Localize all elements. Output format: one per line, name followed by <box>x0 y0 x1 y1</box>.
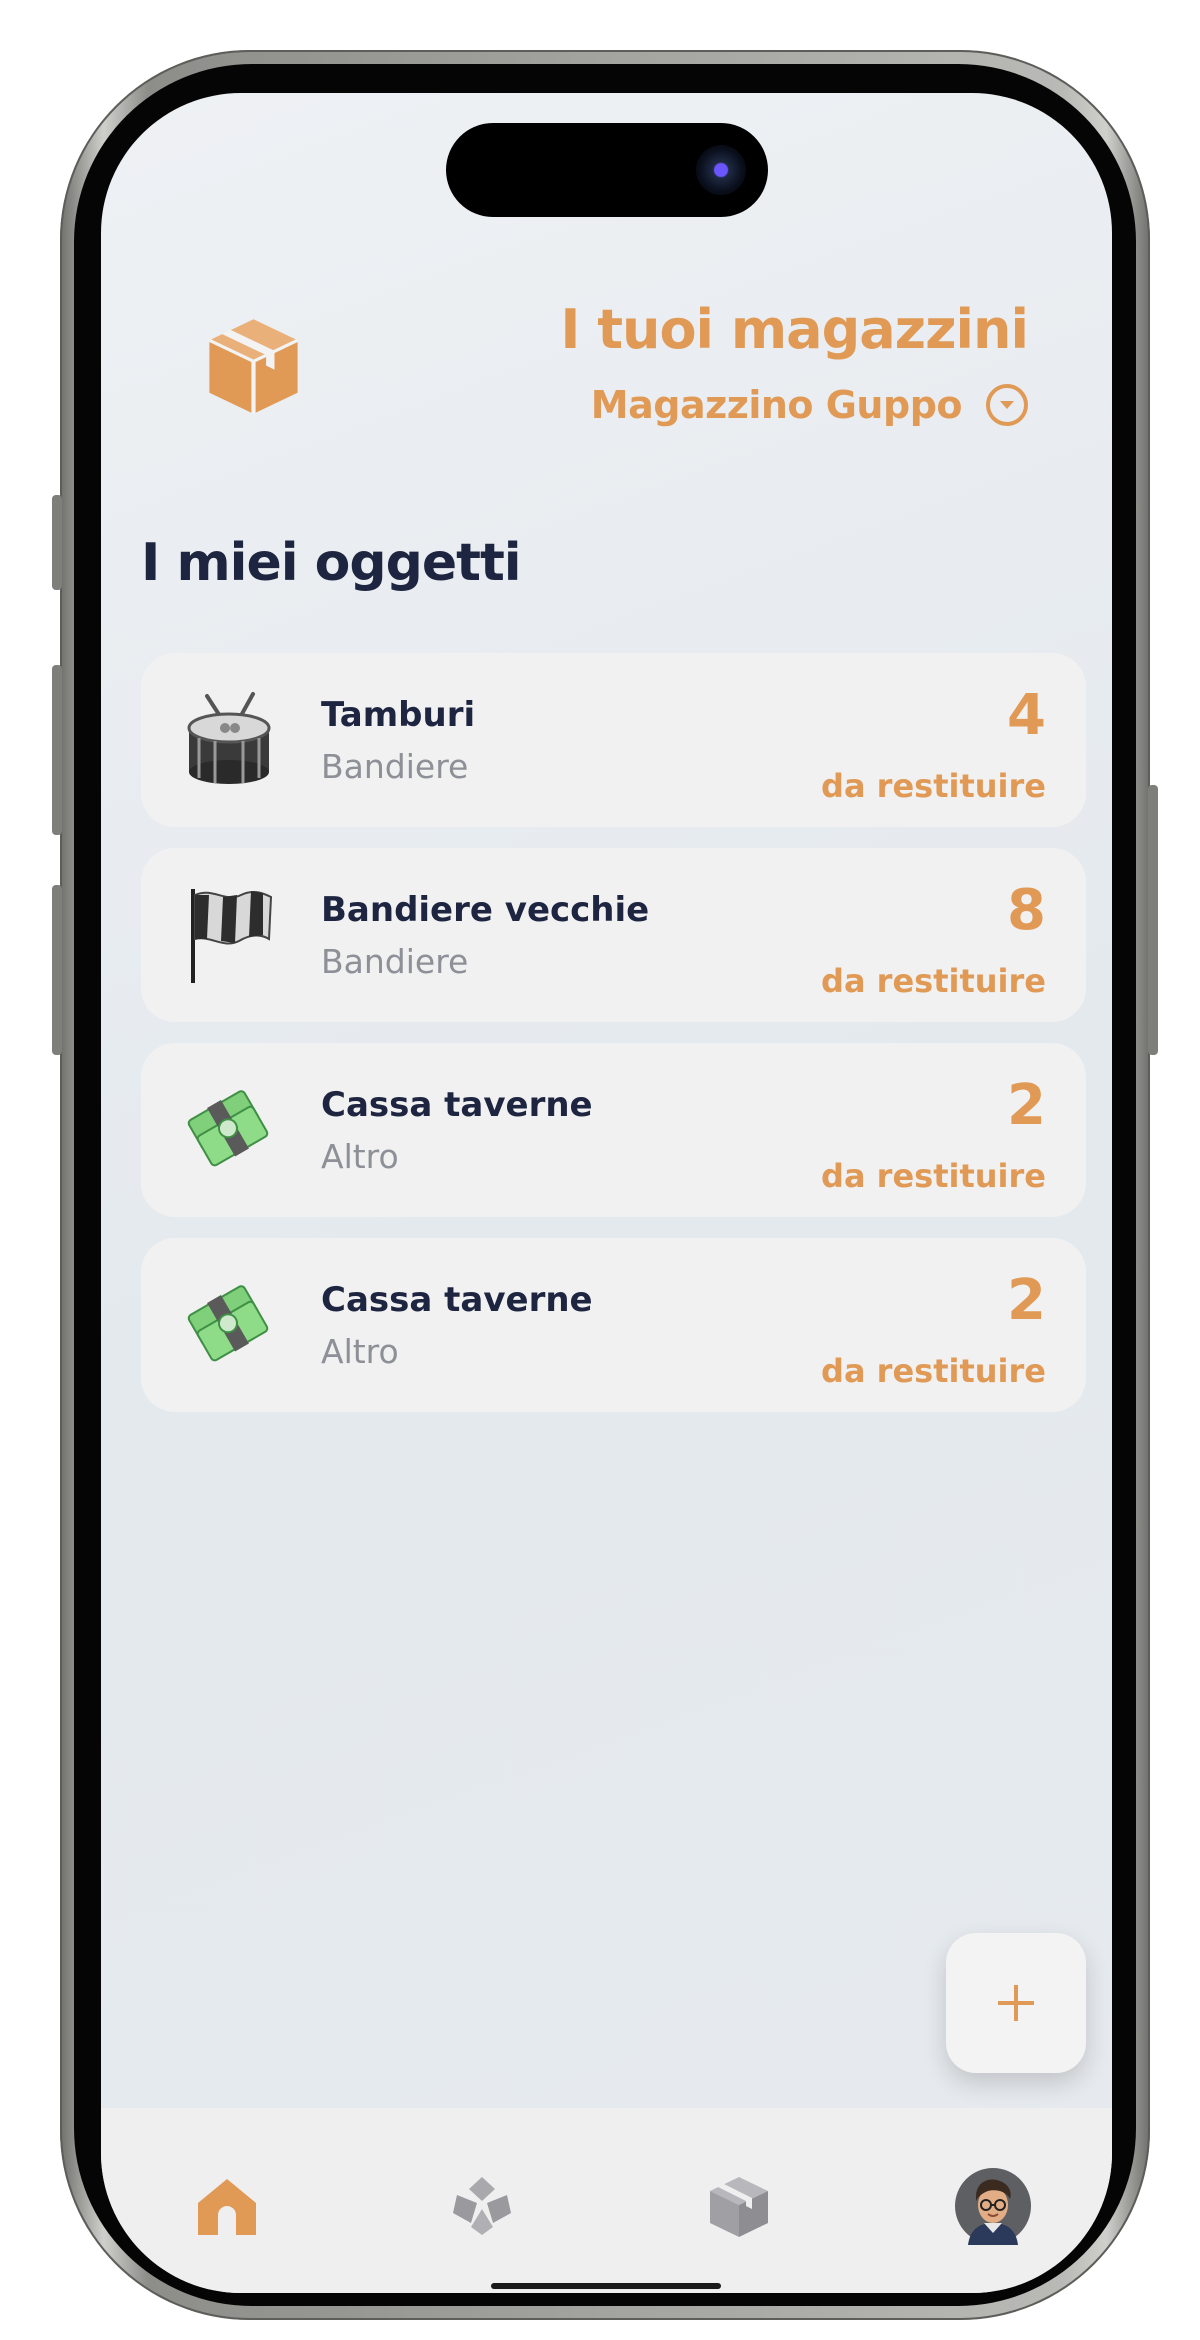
item-category: Altro <box>321 1332 399 1371</box>
avatar-icon <box>955 2168 1031 2245</box>
box-icon <box>710 2177 768 2237</box>
store-selector[interactable]: Magazzino Guppo <box>591 383 1028 427</box>
action-button <box>52 495 62 590</box>
section-title: I miei oggetti <box>141 533 522 593</box>
money-icon <box>179 1275 279 1375</box>
box-logo-icon <box>201 313 306 418</box>
item-category: Bandiere <box>321 942 469 981</box>
list-item[interactable]: Cassa taverne Altro 2 da restituire <box>141 1238 1086 1412</box>
item-status: da restituire <box>821 767 1046 805</box>
item-status: da restituire <box>821 1157 1046 1195</box>
item-count: 2 <box>1007 1073 1046 1138</box>
volume-down-button <box>52 885 62 1055</box>
camera-icon <box>696 145 746 195</box>
item-count: 2 <box>1007 1268 1046 1333</box>
chevron-down-icon[interactable] <box>986 384 1028 426</box>
item-name: Cassa taverne <box>321 1085 593 1125</box>
item-name: Cassa taverne <box>321 1280 593 1320</box>
store-name: Magazzino Guppo <box>590 383 963 427</box>
item-category: Altro <box>321 1137 399 1176</box>
flag-icon <box>179 885 279 985</box>
drum-icon <box>179 690 279 790</box>
dynamic-island <box>446 123 768 217</box>
plus-icon <box>998 1985 1034 2021</box>
volume-up-button <box>52 665 62 835</box>
page-title: I tuoi magazzini <box>560 298 1029 361</box>
nav-categories[interactable] <box>444 2168 520 2244</box>
item-count: 8 <box>1007 878 1046 943</box>
item-name: Bandiere vecchie <box>321 890 650 930</box>
item-name: Tamburi <box>321 695 476 735</box>
add-item-button[interactable] <box>946 1933 1086 2073</box>
home-icon <box>198 2179 256 2235</box>
list-item[interactable]: Bandiere vecchie Bandiere 8 da restituir… <box>141 848 1086 1022</box>
items-list: Tamburi Bandiere 4 da restituire Bandier… <box>141 653 1086 1433</box>
app-screen: I tuoi magazzini Magazzino Guppo I miei … <box>101 93 1112 2293</box>
item-status: da restituire <box>821 1352 1046 1390</box>
item-category: Bandiere <box>321 747 469 786</box>
categories-icon <box>453 2177 511 2235</box>
list-item[interactable]: Tamburi Bandiere 4 da restituire <box>141 653 1086 827</box>
power-button <box>1148 785 1158 1055</box>
item-count: 4 <box>1007 683 1046 748</box>
nav-home[interactable] <box>189 2168 265 2244</box>
money-icon <box>179 1080 279 1180</box>
item-status: da restituire <box>821 962 1046 1000</box>
list-item[interactable]: Cassa taverne Altro 2 da restituire <box>141 1043 1086 1217</box>
home-indicator <box>491 2283 721 2289</box>
nav-storage[interactable] <box>701 2168 777 2244</box>
bottom-nav <box>101 2108 1112 2293</box>
profile-avatar[interactable] <box>953 2166 1033 2246</box>
